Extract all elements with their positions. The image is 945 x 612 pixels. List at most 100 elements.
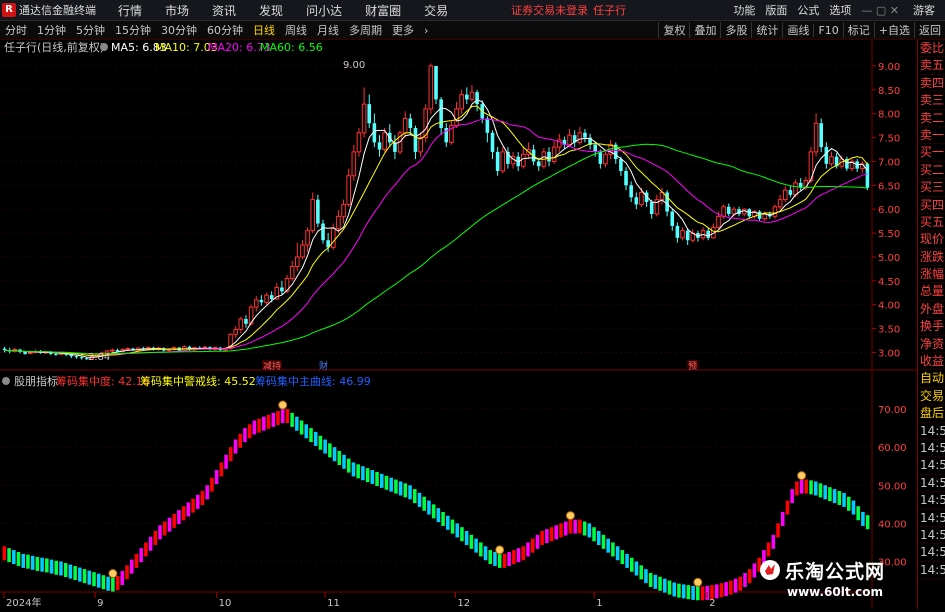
menu-item-trade[interactable]: 交易: [424, 2, 448, 19]
chart-area[interactable]: 9.00 8.50 8.00 7.50 7.00 6.50 6.00 5.50 5.00 4.50…: [0, 40, 917, 609]
event-tag-b-text[interactable]: 财: [319, 360, 328, 372]
legend-settings-icon[interactable]: [100, 43, 108, 51]
side-panel-item[interactable]: 涨跌: [918, 249, 945, 267]
tab-5min[interactable]: 5分钟: [71, 22, 110, 38]
indicator-bar-up: [549, 527, 554, 542]
candle-body-down: [593, 144, 598, 152]
candle-body-down: [54, 353, 58, 355]
indicator-bar-down: [648, 572, 653, 587]
side-panel-item[interactable]: 卖五: [918, 57, 945, 75]
menu-item-wealth[interactable]: 财富圈: [365, 2, 401, 19]
indicator-bar-down: [851, 500, 856, 515]
draw-line-button[interactable]: 画线: [782, 22, 813, 38]
indicator-bar-up: [747, 569, 752, 584]
side-panel-item[interactable]: 自动: [918, 370, 945, 388]
side-panel-item[interactable]: 总量: [918, 283, 945, 301]
candle-body-up: [233, 329, 238, 335]
mark-button[interactable]: 标记: [842, 22, 874, 38]
side-panel-item[interactable]: 买三: [918, 179, 945, 197]
menu-item-layout[interactable]: 版面: [765, 2, 787, 18]
indicator-bar-down: [865, 515, 870, 530]
tab-15min[interactable]: 15分钟: [110, 22, 156, 38]
candle-body-up: [238, 318, 244, 331]
side-panel-item[interactable]: 委比: [918, 40, 945, 58]
menu-item-formula[interactable]: 公式: [797, 2, 819, 18]
side-panel-item[interactable]: 14:56: [918, 510, 945, 527]
side-panel-item[interactable]: 买五: [918, 214, 945, 232]
chevron-right-icon[interactable]: ›: [419, 24, 433, 37]
side-panel-item[interactable]: 现价: [918, 231, 945, 249]
tab-more[interactable]: 更多: [387, 22, 419, 38]
indicator-bar-down: [87, 570, 92, 585]
menu-item-quotes[interactable]: 行情: [118, 2, 142, 19]
login-warning[interactable]: 证券交易未登录: [511, 2, 588, 18]
indicator-settings-icon[interactable]: [2, 377, 10, 385]
menu-item-function[interactable]: 功能: [733, 2, 755, 18]
side-panel-item[interactable]: 涨幅: [918, 266, 945, 284]
guest-button[interactable]: 游客: [913, 2, 935, 18]
side-panel-item[interactable]: 14:56: [918, 423, 945, 440]
indicator-bar-up: [219, 462, 224, 477]
tab-multi-period[interactable]: 多周期: [344, 22, 387, 38]
tab-60min[interactable]: 60分钟: [202, 22, 248, 38]
indicator-bar-down: [474, 538, 478, 553]
window-control-icons[interactable]: — ▢ ✕: [861, 4, 899, 17]
candle-body-up: [721, 206, 726, 217]
kline-chart[interactable]: 9.00 8.50 8.00 7.50 7.00 6.50 6.00 5.50 5.00 4.50…: [0, 40, 917, 609]
tab-monthly[interactable]: 月线: [312, 22, 344, 38]
side-panel-item[interactable]: 14:56: [918, 475, 945, 493]
side-panel-item[interactable]: 换手: [918, 318, 945, 336]
indicator-bar-up: [507, 551, 511, 566]
watermark-url: www.60lt.com: [787, 585, 884, 599]
candle-body-up: [428, 65, 434, 110]
menu-item-options[interactable]: 选项: [829, 2, 851, 18]
side-panel-item[interactable]: 盘后: [918, 405, 945, 423]
side-panel-item[interactable]: 买四: [918, 197, 945, 214]
side-panel-item[interactable]: 外盘: [918, 301, 945, 319]
side-panel-item[interactable]: 14:56: [918, 457, 945, 475]
overlay-button[interactable]: 叠加: [689, 22, 720, 38]
side-panel-item[interactable]: 卖一: [918, 127, 945, 145]
indicator-bar-down: [441, 511, 445, 526]
f10-button[interactable]: F10: [813, 23, 842, 37]
indicator-bar-down: [398, 481, 403, 496]
indicator-bar-up: [210, 477, 214, 492]
adjust-button[interactable]: 复权: [658, 22, 689, 38]
side-panel-item[interactable]: 14:56: [918, 440, 945, 458]
tab-timeshare[interactable]: 分时: [0, 22, 32, 38]
indicator-bar-down: [389, 477, 393, 492]
ma60-line: [4, 143, 868, 355]
side-panel-item[interactable]: 买二: [918, 162, 945, 180]
side-panel-item[interactable]: 卖四: [918, 75, 945, 93]
back-button[interactable]: 返回: [914, 22, 945, 38]
tab-weekly[interactable]: 周线: [280, 22, 312, 38]
side-panel-item[interactable]: 净资: [918, 336, 945, 354]
side-panel-item[interactable]: 买一: [918, 144, 945, 162]
stats-button[interactable]: 统计: [751, 22, 782, 38]
tab-daily[interactable]: 日线: [248, 22, 280, 38]
candle-body-up: [782, 189, 788, 201]
side-panel-item[interactable]: 交易: [918, 388, 945, 406]
indicator-line1: 筹码集中度: 42.16: [56, 374, 150, 388]
tab-30min[interactable]: 30分钟: [156, 22, 202, 38]
quote-side-panel[interactable]: 委比 卖五 卖四 卖三 卖二 卖一 买一 买二 买三 买四 买五 现价 涨跌 涨幅 总量 外盘 换手 净资 收益 自动…: [917, 40, 945, 609]
multi-stock-button[interactable]: 多股: [720, 22, 751, 38]
date-label: 9: [97, 598, 103, 609]
indicator-bar-down: [427, 500, 431, 515]
side-panel-item[interactable]: 收益: [918, 353, 945, 371]
indicator-bar-up: [530, 538, 535, 553]
menu-item-ask[interactable]: 问小达: [306, 2, 342, 19]
side-panel-item[interactable]: 14:56: [918, 492, 945, 510]
menu-item-news[interactable]: 资讯: [212, 2, 236, 19]
menu-item-discover[interactable]: 发现: [259, 2, 283, 19]
tab-1min[interactable]: 1分钟: [32, 22, 71, 38]
side-panel-item[interactable]: 卖二: [918, 110, 945, 127]
indicator-bar-up: [785, 500, 790, 515]
add-watchlist-button[interactable]: +自选: [873, 22, 914, 38]
indicator-bar-down: [323, 439, 327, 454]
side-panel-item[interactable]: 卖三: [918, 92, 945, 110]
side-panel-item[interactable]: 14:56: [918, 527, 945, 545]
indicator-tick-label: 50.00: [878, 481, 907, 492]
menu-item-market[interactable]: 市场: [165, 2, 189, 19]
indicator-bar-down: [696, 586, 700, 601]
